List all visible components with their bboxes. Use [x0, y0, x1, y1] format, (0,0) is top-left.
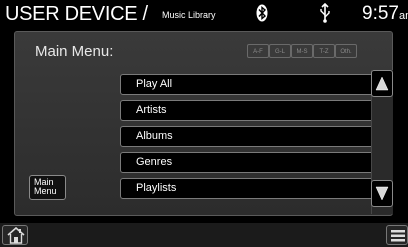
alpha-button-g-l[interactable]: G-L: [269, 44, 291, 58]
bluetooth-icon: [256, 4, 268, 22]
usb-icon: [320, 3, 330, 23]
home-icon: [7, 227, 25, 244]
list-item-play-all[interactable]: Play All: [120, 74, 380, 95]
alpha-button-m-s[interactable]: M-S: [291, 44, 313, 58]
down-arrow-icon: [375, 186, 389, 201]
clock-suffix: am: [398, 10, 408, 22]
clock: 9:57am: [362, 3, 408, 27]
home-button[interactable]: [2, 225, 28, 245]
main-panel: Main Menu: A-F G-L M-S T-Z Oth. Play All…: [14, 31, 393, 216]
bottom-bar: [0, 223, 408, 247]
source-subtitle: Music Library: [162, 10, 216, 20]
scroll-up-button[interactable]: [371, 70, 393, 97]
list-item-label: Albums: [136, 130, 173, 142]
list-item-label: Artists: [136, 104, 167, 116]
clock-time: 9:57: [362, 3, 399, 24]
menu-button[interactable]: [386, 225, 408, 245]
alpha-button-other[interactable]: Oth.: [335, 44, 357, 58]
up-arrow-icon: [375, 76, 389, 91]
scroll-down-button[interactable]: [371, 180, 393, 207]
main-menu-button-label: Main Menu: [34, 177, 57, 196]
alpha-button-a-f[interactable]: A-F: [247, 44, 269, 58]
menu-icon: [391, 230, 405, 242]
list-item-label: Playlists: [136, 182, 177, 194]
device-title: USER DEVICE /: [5, 3, 148, 25]
main-menu-button[interactable]: Main Menu: [29, 175, 66, 200]
alpha-button-t-z[interactable]: T-Z: [313, 44, 335, 58]
list-item-artists[interactable]: Artists: [120, 100, 380, 121]
list-item-label: Play All: [136, 78, 173, 90]
list-item-genres[interactable]: Genres: [120, 152, 380, 173]
list-item-label: Genres: [136, 156, 173, 168]
status-bar: USER DEVICE / Music Library 9:57am: [0, 0, 408, 28]
menu-heading: Main Menu:: [35, 43, 114, 60]
list-item-albums[interactable]: Albums: [120, 126, 380, 147]
list-item-playlists[interactable]: Playlists: [120, 178, 380, 199]
